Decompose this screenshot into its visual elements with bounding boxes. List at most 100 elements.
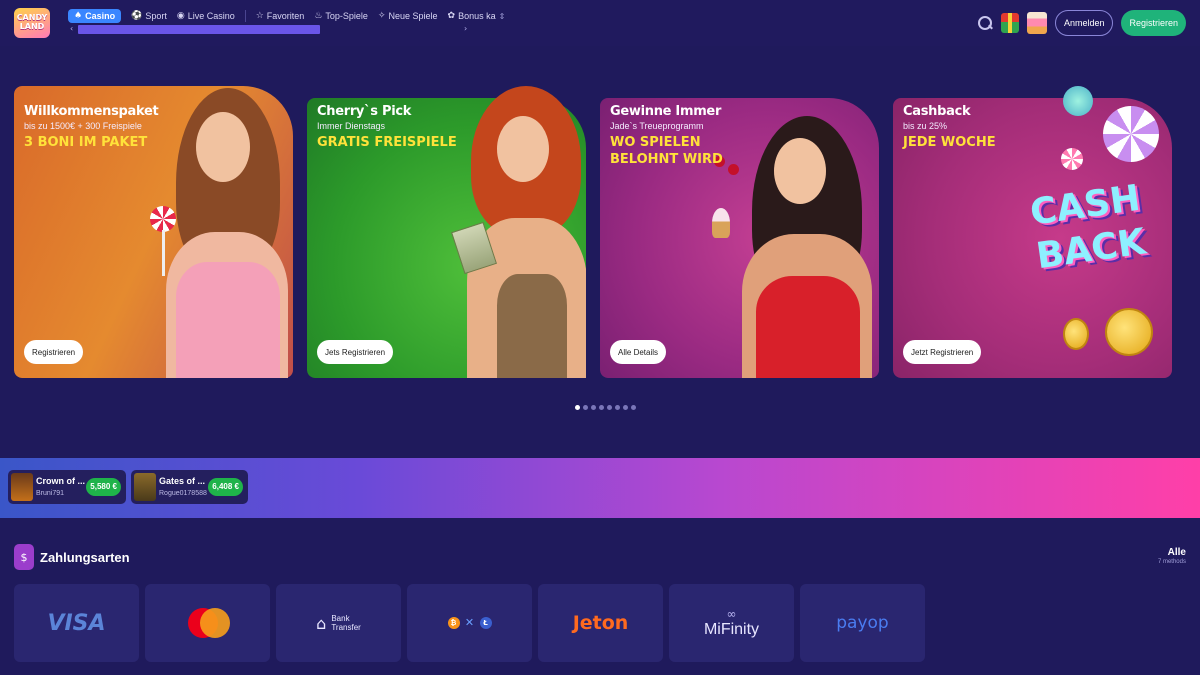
spade-icon: ♠ bbox=[74, 11, 83, 21]
promo-cta-button[interactable]: Alle Details bbox=[610, 340, 667, 364]
payop-logo: payop bbox=[836, 613, 889, 633]
payment-tile-mifinity[interactable]: ∞ MiFinity bbox=[669, 584, 794, 662]
payment-all-link[interactable]: Alle 7 methods bbox=[1158, 547, 1186, 565]
carousel-dots bbox=[575, 405, 636, 410]
promo-carousel: Willkommenspaket bis zu 1500€ + 300 Frei… bbox=[14, 86, 1186, 378]
litecoin-icon: Ł bbox=[479, 617, 492, 629]
carousel-dot[interactable] bbox=[575, 405, 580, 410]
coin-icon bbox=[1105, 308, 1153, 356]
ball-icon: ⚽ bbox=[131, 11, 143, 21]
winner-amount: 6,408 € bbox=[208, 478, 243, 496]
nav-item-label: Neue Spiele bbox=[388, 11, 438, 21]
search-icon[interactable] bbox=[977, 15, 993, 31]
chevron-updown-icon: ⇕ bbox=[498, 11, 506, 21]
promo-card-welcome[interactable]: Willkommenspaket bis zu 1500€ + 300 Frei… bbox=[14, 86, 293, 378]
live-icon: ◉ bbox=[176, 11, 185, 21]
bank-transfer-logo: ⌂ Bank Transfer bbox=[316, 614, 361, 633]
scroll-left-arrow[interactable]: ‹ bbox=[70, 24, 73, 33]
payment-tile-mastercard[interactable] bbox=[145, 584, 270, 662]
nav-item-favoriten[interactable]: ☆ Favoriten bbox=[256, 11, 305, 21]
mifinity-name: MiFinity bbox=[703, 621, 760, 638]
visa-logo: VISA bbox=[47, 610, 106, 636]
carousel-dot[interactable] bbox=[631, 405, 636, 410]
game-thumbnail bbox=[134, 473, 156, 501]
bonus-icon: ✿ bbox=[447, 11, 456, 21]
nav-item-label: Casino bbox=[85, 11, 116, 21]
payment-tile-payop[interactable]: payop bbox=[800, 584, 925, 662]
nav-item-top-spiele[interactable]: ♨ Top-Spiele bbox=[314, 11, 368, 21]
carousel-dot[interactable] bbox=[591, 405, 596, 410]
winner-card[interactable]: Crown of ... Bruni791 5,580 € bbox=[8, 470, 126, 504]
promo-cta-button[interactable]: Registrieren bbox=[24, 340, 84, 364]
nav-item-label: Favoriten bbox=[266, 11, 305, 21]
nav-item-bonus[interactable]: ✿ Bonus ka ⇕ bbox=[448, 11, 506, 21]
carousel-dot[interactable] bbox=[615, 405, 620, 410]
payment-tile-jeton[interactable]: Jeton bbox=[538, 584, 663, 662]
lollipop-icon bbox=[1103, 106, 1159, 162]
header-actions: Anmelden Registrieren bbox=[977, 10, 1186, 36]
top-bar: CANDY LAND ♠ Casino ⚽ Sport ◉ Live Casino… bbox=[0, 0, 1200, 46]
nav-item-label: Top-Spiele bbox=[325, 11, 368, 21]
nav-item-neue-spiele[interactable]: ✧ Neue Spiele bbox=[378, 11, 438, 21]
winner-username: Bruni791 bbox=[36, 490, 65, 497]
flame-icon: ♨ bbox=[314, 11, 323, 21]
promo-subtitle: bis zu 25% bbox=[903, 121, 948, 131]
jeton-logo: Jeton bbox=[572, 612, 629, 634]
main-nav: ♠ Casino ⚽ Sport ◉ Live Casino ☆ Favorit… bbox=[68, 9, 505, 23]
promo-cta-button[interactable]: Jets Registrieren bbox=[317, 340, 394, 364]
methods-count: 7 methods bbox=[1157, 559, 1186, 565]
login-button[interactable]: Anmelden bbox=[1054, 10, 1114, 36]
game-thumbnail bbox=[11, 473, 33, 501]
payment-tile-visa[interactable]: VISA bbox=[14, 584, 139, 662]
carousel-dot[interactable] bbox=[607, 405, 612, 410]
new-icon: ✧ bbox=[377, 11, 386, 21]
scrollbar-thumb[interactable] bbox=[78, 25, 320, 34]
winner-amount: 5,580 € bbox=[86, 478, 121, 496]
carousel-dot[interactable] bbox=[599, 405, 604, 410]
winner-card[interactable]: Gates of ... Rogue0178588 6,408 € bbox=[131, 470, 248, 504]
promo-headline: GRATIS FREISPIELE bbox=[317, 135, 457, 150]
all-label: Alle bbox=[1167, 547, 1186, 558]
star-icon: ☆ bbox=[255, 11, 264, 21]
promo-cta-button[interactable]: Jetzt Registrieren bbox=[903, 340, 982, 364]
cake-icon[interactable] bbox=[1026, 12, 1047, 34]
promo-title: Gewinne Immer bbox=[610, 104, 722, 119]
infinity-icon: ∞ bbox=[726, 607, 737, 621]
candy-icon bbox=[1063, 86, 1093, 116]
crypto-logos: ₿ ✕ Ł bbox=[447, 616, 492, 629]
promo-subtitle: bis zu 1500€ + 300 Freispiele bbox=[24, 121, 142, 131]
cashback-art-text: CASH BACK bbox=[1027, 177, 1149, 278]
nav-item-label: Bonus ka bbox=[458, 11, 496, 21]
mifinity-logo: ∞ MiFinity bbox=[704, 607, 759, 639]
promo-subtitle: Jade`s Treueprogramm bbox=[610, 121, 704, 131]
gift-icon[interactable] bbox=[1000, 13, 1019, 33]
xrp-icon: ✕ bbox=[464, 616, 475, 629]
nav-item-live-casino[interactable]: ◉ Live Casino bbox=[177, 11, 235, 21]
promo-card-cherrys-pick[interactable]: Cherry`s Pick Immer Dienstags GRATIS FRE… bbox=[307, 86, 586, 378]
promo-headline: JEDE WOCHE bbox=[903, 135, 996, 150]
mastercard-logo bbox=[187, 608, 230, 638]
bank-line1: Bank bbox=[331, 614, 350, 623]
bank-line2: Transfer bbox=[331, 623, 361, 632]
bitcoin-icon: ₿ bbox=[447, 617, 460, 629]
carousel-dot[interactable] bbox=[583, 405, 588, 410]
payment-tile-crypto[interactable]: ₿ ✕ Ł bbox=[407, 584, 532, 662]
carousel-dot[interactable] bbox=[623, 405, 628, 410]
payment-section-title: Zahlungsarten bbox=[40, 549, 130, 565]
brand-logo[interactable]: CANDY LAND bbox=[14, 8, 50, 38]
woman-illustration bbox=[451, 86, 586, 378]
nav-item-sport[interactable]: ⚽ Sport bbox=[131, 11, 167, 21]
nav-item-casino[interactable]: ♠ Casino bbox=[68, 9, 122, 23]
nav-item-label: Live Casino bbox=[187, 11, 235, 21]
payment-section-header: $ Zahlungsarten bbox=[14, 544, 130, 570]
coin-stack-icon: $ bbox=[14, 544, 34, 570]
register-button[interactable]: Registrieren bbox=[1121, 10, 1186, 36]
promo-card-gewinne-immer[interactable]: Gewinne Immer Jade`s Treueprogramm WO SP… bbox=[600, 86, 879, 378]
winner-game-name: Gates of ... bbox=[159, 476, 206, 486]
payment-tile-bank-transfer[interactable]: ⌂ Bank Transfer bbox=[276, 584, 401, 662]
winner-username: Rogue0178588 bbox=[159, 490, 207, 497]
promo-card-cashback[interactable]: CASH BACK Cashback bis zu 25% JEDE WOCHE… bbox=[893, 86, 1172, 378]
promo-subtitle: Immer Dienstags bbox=[317, 121, 386, 131]
nav-scrollbar[interactable]: ‹ › bbox=[70, 24, 470, 35]
scroll-right-arrow[interactable]: › bbox=[464, 24, 467, 33]
